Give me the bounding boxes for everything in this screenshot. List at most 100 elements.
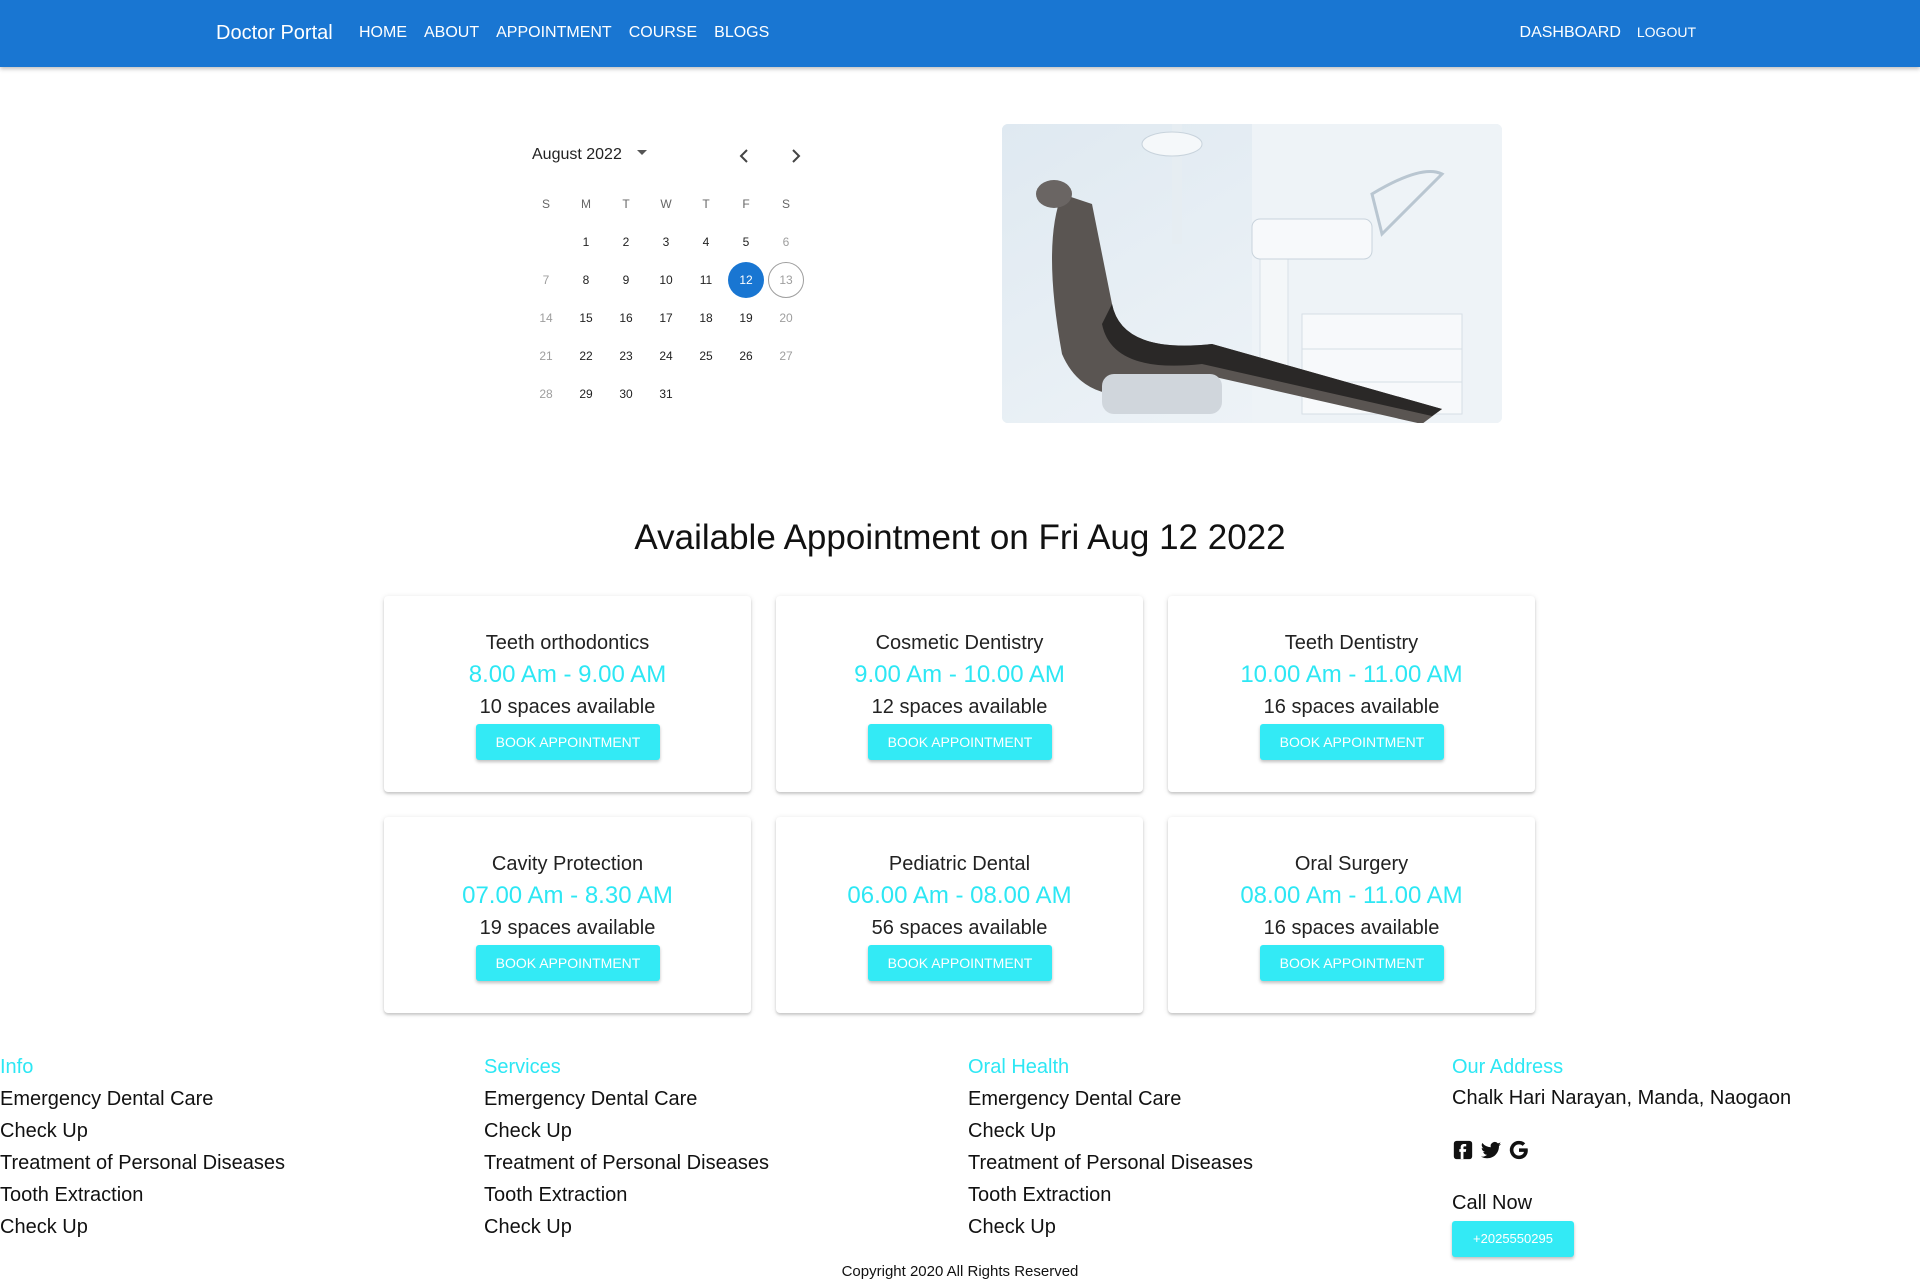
calendar-day[interactable]: 3: [646, 224, 686, 260]
calendar-day-number: 1: [582, 235, 590, 249]
chevron-left-icon: [739, 149, 748, 163]
calendar-day[interactable]: 26: [726, 338, 766, 374]
book-appointment-button[interactable]: BOOK APPOINTMENT: [476, 945, 660, 981]
calendar-day[interactable]: 5: [726, 224, 766, 260]
footer-link[interactable]: Treatment of Personal Diseases: [484, 1151, 769, 1183]
footer-column-services: Services Emergency Dental Care Check Up …: [484, 1055, 769, 1247]
phone-button[interactable]: +2025550295: [1452, 1221, 1574, 1257]
calendar-day-number: 17: [659, 311, 673, 325]
book-appointment-button[interactable]: BOOK APPOINTMENT: [868, 945, 1052, 981]
service-name: Cosmetic Dentistry: [875, 632, 1044, 654]
calendar-day[interactable]: 4: [686, 224, 726, 260]
nav-appointment[interactable]: APPOINTMENT: [496, 24, 612, 42]
footer-link[interactable]: Tooth Extraction: [968, 1183, 1253, 1215]
calendar-day-number: 7: [542, 273, 550, 287]
book-appointment-button[interactable]: BOOK APPOINTMENT: [1260, 945, 1444, 981]
time-slot: 06.00 Am - 08.00 AM: [847, 882, 1072, 909]
weekday-label: S: [781, 197, 790, 211]
twitter-icon[interactable]: [1480, 1139, 1502, 1161]
spaces-available: 16 spaces available: [1263, 917, 1440, 939]
spaces-available: 12 spaces available: [871, 696, 1048, 718]
calendar-day[interactable]: 6: [766, 224, 806, 260]
calendar-day[interactable]: 29: [566, 376, 606, 412]
weekday-label: T: [702, 197, 710, 211]
calendar-day[interactable]: 31: [646, 376, 686, 412]
calendar-day[interactable]: 24: [646, 338, 686, 374]
calendar-day[interactable]: 18: [686, 300, 726, 336]
calendar-day-number: 29: [579, 387, 593, 401]
time-slot: 8.00 Am - 9.00 AM: [468, 661, 667, 688]
calendar-day[interactable]: 21: [526, 338, 566, 374]
appointment-card: Oral Surgery 08.00 Am - 11.00 AM 16 spac…: [1168, 817, 1535, 1013]
nav-dashboard[interactable]: DASHBOARD: [1520, 24, 1621, 42]
calendar-day-number: 27: [779, 349, 793, 363]
nav-about[interactable]: ABOUT: [424, 24, 479, 42]
calendar-day[interactable]: 25: [686, 338, 726, 374]
calendar-day-number: 15: [579, 311, 593, 325]
calendar-day-number: 13: [768, 262, 804, 298]
calendar-day[interactable]: 22: [566, 338, 606, 374]
calendar-day[interactable]: 19: [726, 300, 766, 336]
calendar-day[interactable]: 17: [646, 300, 686, 336]
calendar-day[interactable]: 10: [646, 262, 686, 298]
spaces-available: 16 spaces available: [1263, 696, 1440, 718]
calendar-day-number: 19: [739, 311, 753, 325]
footer-link[interactable]: Check Up: [0, 1215, 285, 1247]
footer-link[interactable]: Emergency Dental Care: [0, 1087, 285, 1119]
book-appointment-button[interactable]: BOOK APPOINTMENT: [476, 724, 660, 760]
book-appointment-button[interactable]: BOOK APPOINTMENT: [1260, 724, 1444, 760]
calendar-header: August 2022: [526, 138, 828, 172]
footer-link[interactable]: Check Up: [484, 1119, 769, 1151]
service-name: Oral Surgery: [1294, 853, 1409, 875]
calendar-day[interactable]: 27: [766, 338, 806, 374]
footer-link[interactable]: Tooth Extraction: [484, 1183, 769, 1215]
calendar-day[interactable]: 23: [606, 338, 646, 374]
footer-heading: Info: [0, 1056, 34, 1078]
appointment-card: Teeth Dentistry 10.00 Am - 11.00 AM 16 s…: [1168, 596, 1535, 792]
calendar-day[interactable]: 2: [606, 224, 646, 260]
calendar-day[interactable]: 30: [606, 376, 646, 412]
calendar-day[interactable]: 8: [566, 262, 606, 298]
calendar-day[interactable]: 14: [526, 300, 566, 336]
calendar-day[interactable]: 16: [606, 300, 646, 336]
service-name: Cavity Protection: [491, 853, 644, 875]
chevron-down-icon[interactable]: [637, 150, 647, 155]
footer-link[interactable]: Emergency Dental Care: [484, 1087, 769, 1119]
google-icon[interactable]: [1508, 1139, 1530, 1161]
footer-link[interactable]: Check Up: [968, 1119, 1253, 1151]
calendar-day-number: 9: [622, 273, 630, 287]
appointment-card: Pediatric Dental 06.00 Am - 08.00 AM 56 …: [776, 817, 1143, 1013]
footer-link[interactable]: Check Up: [484, 1215, 769, 1247]
footer-link[interactable]: Treatment of Personal Diseases: [0, 1151, 285, 1183]
calendar-day[interactable]: 11: [686, 262, 726, 298]
calendar-day-selected[interactable]: 12: [726, 262, 766, 298]
time-slot: 9.00 Am - 10.00 AM: [854, 661, 1065, 688]
calendar-day[interactable]: 28: [526, 376, 566, 412]
footer-link[interactable]: Check Up: [0, 1119, 285, 1151]
calendar-day[interactable]: 1: [566, 224, 606, 260]
calendar-day[interactable]: 7: [526, 262, 566, 298]
calendar-day-number: 21: [539, 349, 553, 363]
nav-course[interactable]: COURSE: [629, 24, 697, 42]
calendar-day[interactable]: 15: [566, 300, 606, 336]
calendar-day[interactable]: 20: [766, 300, 806, 336]
calendar-day-number: 28: [539, 387, 553, 401]
next-month-button[interactable]: [784, 144, 808, 168]
logout-button[interactable]: LOGOUT: [1637, 24, 1696, 40]
footer-link[interactable]: Tooth Extraction: [0, 1183, 285, 1215]
footer-link[interactable]: Check Up: [968, 1215, 1253, 1247]
nav-home[interactable]: HOME: [359, 24, 407, 42]
nav-blogs[interactable]: BLOGS: [714, 24, 769, 42]
service-name: Teeth orthodontics: [485, 632, 650, 654]
previous-month-button[interactable]: [732, 144, 756, 168]
facebook-icon[interactable]: [1452, 1139, 1474, 1161]
brand-logo[interactable]: Doctor Portal: [216, 22, 333, 45]
book-appointment-button[interactable]: BOOK APPOINTMENT: [868, 724, 1052, 760]
footer-link[interactable]: Emergency Dental Care: [968, 1087, 1253, 1119]
calendar-month-label[interactable]: August 2022: [532, 146, 622, 164]
footer-link[interactable]: Treatment of Personal Diseases: [968, 1151, 1253, 1183]
calendar-day[interactable]: 13: [766, 262, 806, 298]
calendar-day-number: 22: [579, 349, 593, 363]
calendar-day[interactable]: 9: [606, 262, 646, 298]
calendar-day-number: 4: [702, 235, 710, 249]
